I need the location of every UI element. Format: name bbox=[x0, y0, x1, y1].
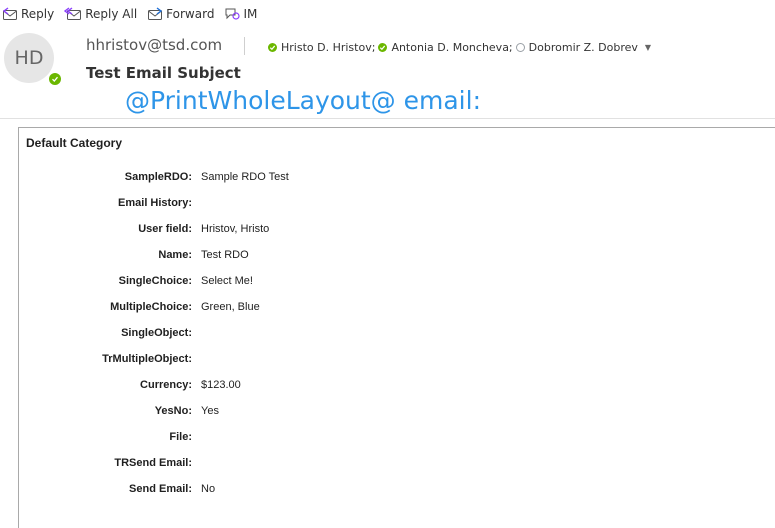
recipient-name: Antonia D. Moncheva; bbox=[391, 41, 513, 54]
field-value: Test RDO bbox=[201, 249, 249, 261]
field-row: TRSend Email: bbox=[19, 457, 719, 473]
category-panel: Default Category SampleRDO: Sample RDO T… bbox=[18, 127, 775, 528]
available-status-icon bbox=[268, 43, 277, 52]
field-row: MultipleChoice: Green, Blue bbox=[19, 301, 719, 317]
field-value: Select Me! bbox=[201, 275, 253, 287]
field-value: Hristov, Hristo bbox=[201, 223, 270, 235]
im-label: IM bbox=[243, 7, 258, 21]
available-status-icon bbox=[378, 43, 388, 52]
field-row: Currency: $123.00 bbox=[19, 379, 719, 395]
recipient-item[interactable]: Antonia D. Moncheva; bbox=[378, 41, 515, 54]
field-value: Green, Blue bbox=[201, 301, 260, 313]
category-title: Default Category bbox=[26, 136, 123, 150]
field-row: TrMultipleObject: bbox=[19, 353, 719, 369]
field-label: SingleObject: bbox=[121, 327, 192, 339]
recipient-item[interactable]: Hristo D. Hristov; bbox=[268, 41, 378, 54]
field-value: Yes bbox=[201, 405, 219, 417]
field-row: YesNo: Yes bbox=[19, 405, 719, 421]
avatar-initials: HD bbox=[14, 47, 44, 69]
field-row: SingleChoice: Select Me! bbox=[19, 275, 719, 291]
field-label: TrMultipleObject: bbox=[102, 353, 192, 365]
field-label: Currency: bbox=[140, 379, 192, 391]
field-row: User field: Hristov, Hristo bbox=[19, 223, 719, 239]
field-label: TRSend Email: bbox=[114, 457, 192, 469]
message-toolbar: Reply Reply All Forward IM bbox=[2, 7, 267, 21]
field-value: Sample RDO Test bbox=[201, 171, 289, 183]
field-row: Email History: bbox=[19, 197, 719, 213]
field-label: File: bbox=[169, 431, 192, 443]
forward-icon bbox=[148, 7, 163, 20]
presence-available-icon bbox=[48, 72, 61, 85]
instant-message-icon bbox=[225, 8, 241, 20]
field-row: SingleObject: bbox=[19, 327, 719, 343]
forward-label: Forward bbox=[166, 7, 215, 21]
field-label: YesNo: bbox=[154, 405, 192, 417]
field-row: Name: Test RDO bbox=[19, 249, 719, 265]
field-label: Send Email: bbox=[129, 483, 192, 495]
field-value: No bbox=[201, 483, 216, 495]
expand-recipients-icon[interactable]: ▼ bbox=[645, 43, 651, 52]
field-label: SingleChoice: bbox=[118, 275, 192, 287]
field-label: MultipleChoice: bbox=[110, 301, 192, 313]
field-label: Name: bbox=[158, 249, 192, 261]
header-separator bbox=[0, 118, 775, 119]
forward-button[interactable]: Forward bbox=[147, 7, 214, 21]
email-subject: Test Email Subject bbox=[86, 64, 241, 82]
reply-all-label: Reply All bbox=[85, 7, 138, 21]
reply-label: Reply bbox=[21, 7, 55, 21]
presence-indicator bbox=[47, 71, 62, 86]
recipient-name: Hristo D. Hristov; bbox=[281, 41, 376, 54]
header-divider bbox=[244, 37, 245, 55]
layout-banner: @PrintWholeLayout@ email: bbox=[125, 86, 481, 115]
field-row: SampleRDO: Sample RDO Test bbox=[19, 171, 719, 187]
recipient-name: Dobromir Z. Dobrev bbox=[528, 41, 638, 54]
field-label: SampleRDO: bbox=[124, 171, 192, 183]
field-label: User field: bbox=[138, 223, 192, 235]
recipient-item[interactable]: Dobromir Z. Dobrev bbox=[515, 41, 638, 54]
field-row: Send Email: No bbox=[19, 483, 719, 499]
field-row: File: bbox=[19, 431, 719, 447]
recipient-list: Hristo D. Hristov; Antonia D. Moncheva; … bbox=[268, 41, 651, 54]
reply-button[interactable]: Reply bbox=[2, 7, 54, 21]
reply-all-icon bbox=[64, 7, 82, 20]
offline-status-icon bbox=[515, 43, 525, 52]
reply-all-button[interactable]: Reply All bbox=[64, 7, 137, 21]
reply-icon bbox=[2, 7, 17, 20]
sender-address[interactable]: hhristov@tsd.com bbox=[86, 36, 222, 54]
field-value: $123.00 bbox=[201, 379, 241, 391]
field-label: Email History: bbox=[118, 197, 192, 209]
im-button[interactable]: IM bbox=[224, 7, 257, 21]
